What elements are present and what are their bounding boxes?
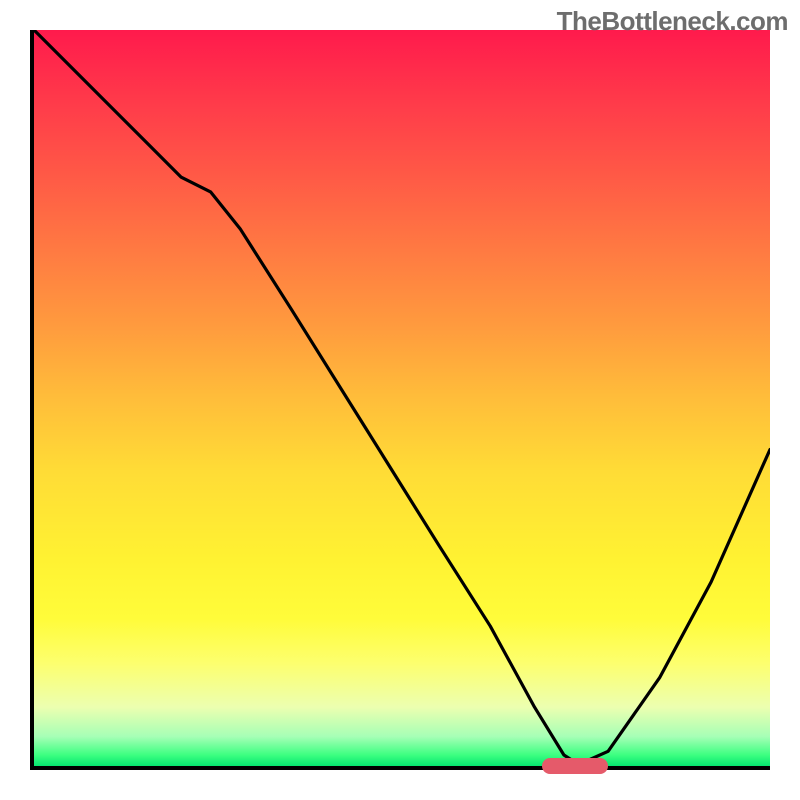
optimal-range-marker xyxy=(542,758,608,774)
chart-container: TheBottleneck.com xyxy=(0,0,800,800)
bottleneck-curve-line xyxy=(34,30,770,765)
curve-layer xyxy=(34,30,770,766)
watermark-text: TheBottleneck.com xyxy=(557,6,788,37)
plot-area xyxy=(30,30,770,770)
